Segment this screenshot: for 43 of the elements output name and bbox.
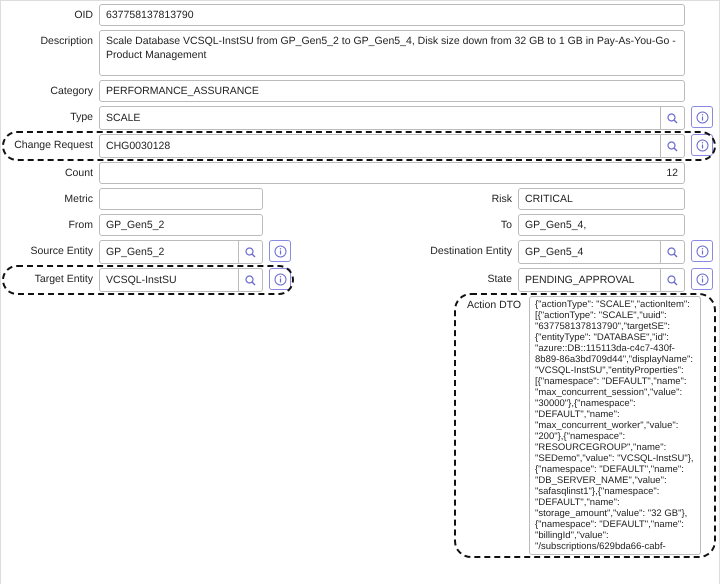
field-label: Action DTO xyxy=(466,298,522,313)
text-area[interactable]: {"actionType": "SCALE","actionItem": [{"actionType": "SCALE","uuid": "637758137813790","targetSE": {"entityType": "DATABASE","id": "azure::DB::115113da-c4c7-430f-8b89-86a3bd709d44","displayName": "VCSQL-InstSU","entityProperties": [{"namespace": "DEFAULT","name": "max_concurrent_session","value": "30000"},{"namespace": "DEFAULT","name": "max_concurrent_worker","value": "200"},{"namespace": "RESOURCEGROUP","name": "SEDemo","value": "VCSQL-InstSU"},{"namespace": "DEFAULT","name": "DB_SERVER_NAME","value": "safasqlinst1"},{"namespace": "DEFAULT","name": "storage_amount","value": "32 GB"},{"namespace": "DEFAULT","name": "billingId","value": "/subscriptions/629bda66-cabf- xyxy=(529,296,701,555)
search-icon xyxy=(667,274,678,286)
field-label: From xyxy=(68,218,94,233)
text-field[interactable]: PERFORMANCE_ASSURANCE xyxy=(99,80,685,102)
text-field[interactable]: 637758137813790 xyxy=(99,4,685,26)
text-field[interactable]: CRITICAL xyxy=(518,188,685,210)
info-icon xyxy=(696,138,708,152)
text-field[interactable]: Scale Database VCSQL-InstSU from GP_Gen5_2 to GP_Gen5_4, Disk size down from 32 GB to 1 GB in Pay-As-You-Go - Product Management xyxy=(99,30,685,76)
info-button[interactable] xyxy=(269,268,291,290)
text-field[interactable]: 12 xyxy=(99,162,685,184)
field-label: Target Entity xyxy=(34,272,94,287)
text-field[interactable] xyxy=(99,188,263,210)
text-field[interactable]: GP_Gen5_4, xyxy=(518,214,685,236)
info-icon xyxy=(696,244,708,258)
field-label: Risk xyxy=(492,192,513,207)
field-label: Count xyxy=(64,166,94,181)
field-label: OID xyxy=(73,8,94,23)
search-icon xyxy=(667,140,678,152)
lookup-field[interactable]: VCSQL-InstSU xyxy=(99,268,263,292)
search-icon xyxy=(245,246,256,258)
field-label: Category xyxy=(49,84,94,99)
lookup-field[interactable]: PENDING_APPROVAL xyxy=(518,268,685,292)
field-label: Type xyxy=(69,110,94,125)
text-field[interactable]: GP_Gen5_2 xyxy=(99,214,263,236)
field-label: Metric xyxy=(63,192,94,207)
field-label: To xyxy=(500,218,513,233)
info-icon xyxy=(274,244,286,258)
search-icon xyxy=(667,246,678,258)
info-icon xyxy=(274,272,286,286)
field-label: Destination Entity xyxy=(430,244,513,259)
field-label: Description xyxy=(39,34,94,49)
search-icon xyxy=(667,112,678,124)
lookup-field[interactable]: GP_Gen5_4 xyxy=(518,240,685,264)
field-label: Source Entity xyxy=(30,244,94,259)
lookup-field[interactable]: SCALE xyxy=(99,106,685,130)
info-icon xyxy=(696,110,708,124)
lookup-field[interactable]: GP_Gen5_2 xyxy=(99,240,263,264)
field-label: State xyxy=(487,272,513,287)
field-label: Change Request xyxy=(13,138,94,153)
search-icon xyxy=(245,274,256,286)
lookup-field[interactable]: CHG0030128 xyxy=(99,134,685,158)
info-icon xyxy=(696,272,708,286)
